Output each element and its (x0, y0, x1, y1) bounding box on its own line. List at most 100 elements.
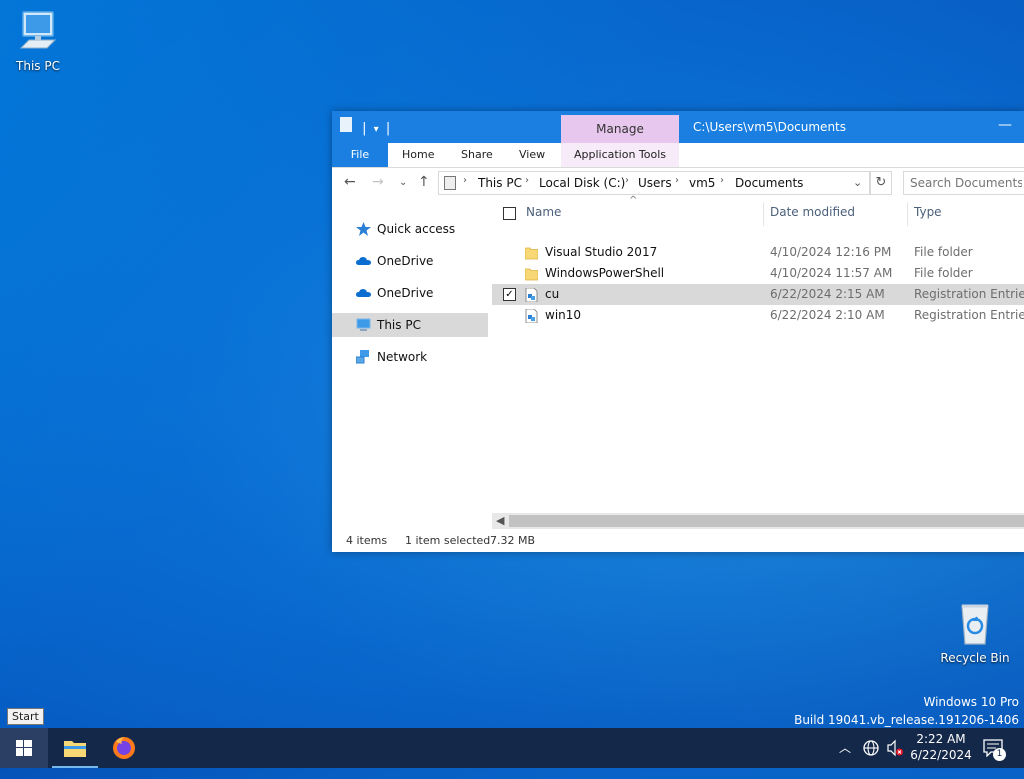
nav-item-quick-access[interactable]: Quick access (332, 217, 488, 241)
refresh-icon: ↻ (875, 175, 887, 190)
document-icon[interactable] (340, 117, 352, 132)
column-header-name[interactable]: Name (526, 205, 561, 219)
recent-locations-chevron-icon[interactable]: ⌄ (399, 177, 407, 188)
nav-item-label: OneDrive (377, 254, 434, 268)
column-header-type[interactable]: Type (914, 205, 942, 219)
file-row[interactable]: WindowsPowerShell 4/10/2024 11:57 AM Fil… (492, 263, 1024, 284)
watermark-build: Build 19041.vb_release.191206-1406 (794, 713, 1019, 727)
folder-icon (64, 741, 86, 757)
refresh-button[interactable]: ↻ (870, 171, 892, 195)
file-row-selected[interactable]: ✓ cu 6/22/2024 2:15 AM Registration Entr… (492, 284, 1024, 305)
scroll-left-arrow-icon[interactable]: ◀ (496, 514, 504, 527)
navigation-pane: Quick access OneDrive OneDrive This PC N… (332, 207, 489, 537)
folder-icon (525, 247, 538, 260)
nav-item-onedrive[interactable]: OneDrive (332, 281, 488, 305)
action-center-button[interactable]: 1 (980, 728, 1024, 768)
column-divider[interactable] (907, 202, 908, 226)
firefox-icon (113, 737, 135, 759)
file-name: WindowsPowerShell (545, 266, 665, 280)
tab-home[interactable]: Home (402, 143, 434, 167)
nav-item-onedrive[interactable]: OneDrive (332, 249, 488, 273)
chevron-down-icon[interactable]: ▾ (374, 124, 379, 135)
search-input[interactable] (904, 172, 1024, 194)
breadcrumb-this-pc[interactable]: This PC (478, 176, 522, 190)
scrollbar-thumb[interactable] (509, 515, 1024, 527)
status-item-count: 4 items (346, 534, 388, 547)
registry-file-icon (525, 288, 538, 302)
ribbon-tabs: File Home Share View Application Tools (332, 143, 1024, 168)
tab-share[interactable]: Share (461, 143, 493, 167)
search-box[interactable] (903, 171, 1024, 195)
row-checkbox[interactable]: ✓ (503, 288, 516, 301)
quick-access-toolbar: | ▾ | (340, 117, 390, 136)
taskbar: ︿ 2:22 AM 6/22/2024 1 (0, 728, 1024, 768)
file-type: File folder (914, 245, 973, 259)
chevron-right-icon[interactable]: › (720, 175, 724, 186)
nav-item-label: This PC (377, 318, 421, 332)
file-name: cu (545, 287, 560, 301)
tab-application-tools[interactable]: Application Tools (561, 143, 679, 167)
address-bar[interactable]: › This PC › Local Disk (C:) › Users › vm… (438, 171, 870, 195)
nav-item-this-pc[interactable]: This PC (332, 313, 488, 337)
address-bar-row: ← → ⌄ ↑ › This PC › Local Disk (C:) › Us… (332, 168, 1024, 198)
desktop-icon-this-pc[interactable]: This PC (0, 8, 76, 73)
cloud-icon (356, 257, 371, 265)
notification-count-badge: 1 (993, 748, 1006, 761)
cloud-icon (356, 289, 371, 297)
speaker-muted-icon[interactable] (886, 739, 904, 757)
recycle-bin-icon (961, 604, 989, 645)
column-divider[interactable] (763, 202, 764, 226)
address-dropdown-chevron-icon[interactable]: ⌄ (853, 176, 862, 189)
up-arrow-icon[interactable]: ↑ (418, 174, 430, 190)
desktop-icon-recycle-bin[interactable]: Recycle Bin (937, 600, 1013, 665)
file-name: win10 (545, 308, 582, 322)
nav-item-network[interactable]: Network (332, 345, 488, 369)
chevron-right-icon[interactable]: › (675, 175, 679, 186)
minimize-button[interactable]: — (998, 117, 1012, 133)
file-date: 6/22/2024 2:15 AM (770, 287, 885, 301)
nav-item-label: OneDrive (377, 286, 434, 300)
file-row[interactable]: win10 6/22/2024 2:10 AM Registration Ent… (492, 305, 1024, 326)
column-header-date-modified[interactable]: Date modified (770, 205, 855, 219)
tab-manage[interactable]: Manage (561, 115, 679, 143)
status-selection: 1 item selected (405, 534, 491, 547)
file-date: 6/22/2024 2:10 AM (770, 308, 885, 322)
start-button[interactable] (0, 728, 48, 768)
file-date: 4/10/2024 12:16 PM (770, 245, 892, 259)
breadcrumb-vm5[interactable]: vm5 (689, 176, 715, 190)
status-bar: 4 items 1 item selected 7.32 MB (332, 529, 1024, 552)
show-hidden-icons-chevron-icon[interactable]: ︿ (839, 739, 851, 779)
tab-view[interactable]: View (519, 143, 545, 167)
watermark-edition: Windows 10 Pro (923, 695, 1019, 709)
file-explorer-window: | ▾ | Manage C:\Users\vm5\Documents — Fi… (332, 111, 1024, 552)
star-icon (356, 222, 371, 236)
chevron-right-icon[interactable]: › (525, 175, 529, 186)
chevron-right-icon[interactable]: › (463, 175, 467, 186)
clock-date: 6/22/2024 (910, 748, 972, 762)
computer-icon (19, 11, 57, 49)
back-arrow-icon[interactable]: ← (344, 174, 356, 190)
breadcrumb-local-disk[interactable]: Local Disk (C:) (539, 176, 625, 190)
file-type: File folder (914, 266, 973, 280)
window-title: C:\Users\vm5\Documents (693, 120, 846, 134)
nav-item-label: Quick access (377, 222, 456, 236)
title-bar[interactable]: | ▾ | Manage C:\Users\vm5\Documents — (332, 111, 1024, 143)
chevron-right-icon[interactable]: › (625, 175, 629, 186)
clock[interactable]: 2:22 AM 6/22/2024 (906, 728, 976, 768)
network-globe-icon[interactable] (862, 739, 880, 757)
forward-arrow-icon[interactable]: → (372, 174, 384, 190)
folder-icon (525, 268, 538, 281)
file-name: Visual Studio 2017 (545, 245, 658, 259)
desktop-icon-label: Recycle Bin (940, 651, 1010, 665)
this-pc-small-icon (444, 176, 456, 190)
select-all-checkbox[interactable] (503, 207, 516, 220)
breadcrumb-users[interactable]: Users (638, 176, 672, 190)
file-row[interactable]: Visual Studio 2017 4/10/2024 12:16 PM Fi… (492, 242, 1024, 263)
horizontal-scrollbar[interactable]: ◀ (492, 513, 1024, 529)
separator: | (362, 121, 367, 136)
breadcrumb-documents[interactable]: Documents (735, 176, 803, 190)
tab-file[interactable]: File (332, 143, 388, 167)
taskbar-file-explorer[interactable] (51, 728, 99, 768)
taskbar-firefox[interactable] (100, 728, 148, 768)
clock-time: 2:22 AM (916, 732, 966, 746)
